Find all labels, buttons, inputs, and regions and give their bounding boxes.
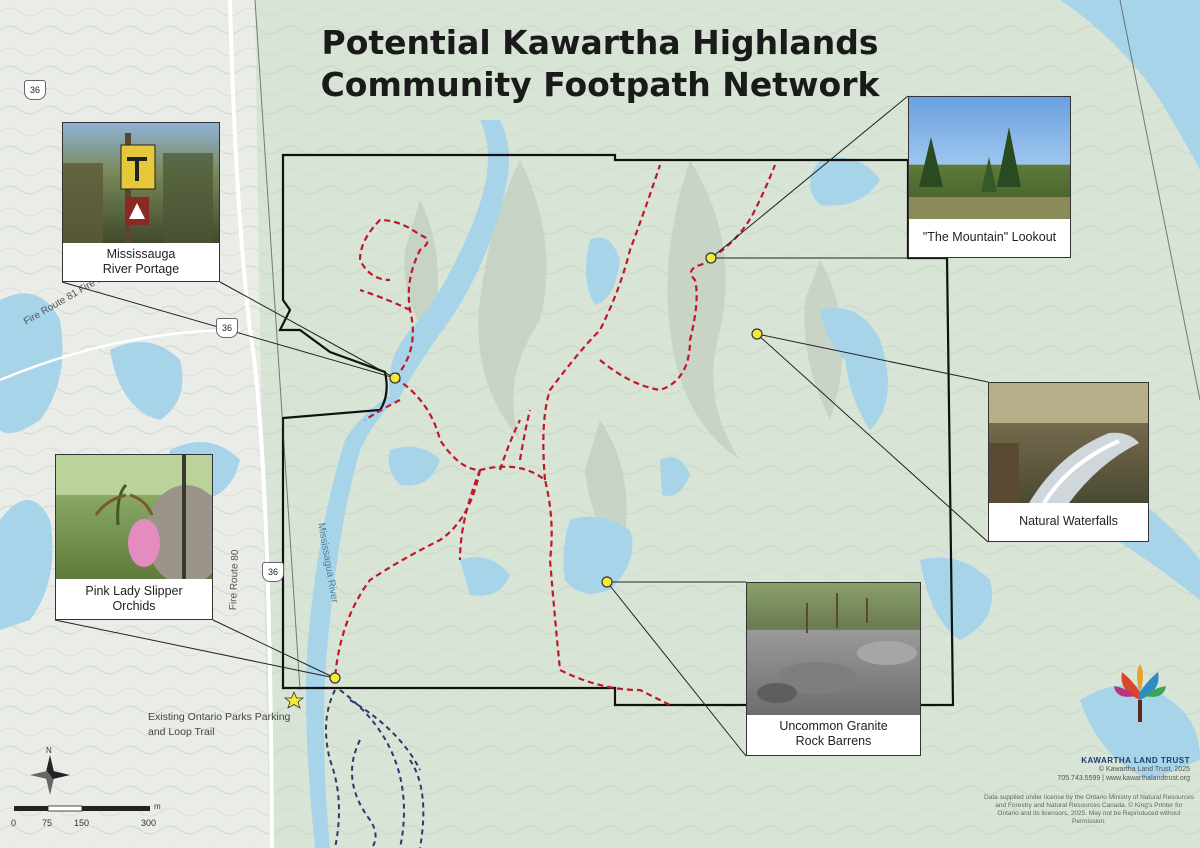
scale-label-75: 75 xyxy=(42,818,53,828)
callout-lady-slipper[interactable]: Pink Lady Slipper Orchids xyxy=(55,454,213,620)
scale-bar-graphic xyxy=(14,805,150,812)
poi-waterfalls[interactable] xyxy=(751,328,763,340)
north-label: N xyxy=(46,746,52,755)
trail-sign-photo xyxy=(63,123,219,243)
scale-label-0: 0 xyxy=(11,818,17,828)
poi-granite-barrens[interactable] xyxy=(601,576,613,588)
parking-label-line-1: Existing Ontario Parks Parking xyxy=(148,711,291,723)
brand-name: KAWARTHA LAND TRUST xyxy=(1081,756,1190,765)
orchid-photo xyxy=(56,455,212,579)
poi-river-portage[interactable] xyxy=(389,372,401,384)
brand-copyright: © Kawartha Land Trust, 2025 xyxy=(1098,766,1190,773)
fire-route-80-label: Fire Route 80 xyxy=(228,549,242,611)
parking-label-line-2: and Loop Trail xyxy=(148,726,215,738)
title-line-2: Community Footpath Network xyxy=(320,65,880,104)
brand-contact: 705.743.5599 | www.kawarthalandtrust.org xyxy=(1057,775,1190,782)
highway-36-shield-2: 36 xyxy=(216,318,238,338)
title-line-1: Potential Kawartha Highlands xyxy=(321,23,879,62)
granite-photo xyxy=(747,583,920,715)
waterfall-photo xyxy=(989,383,1148,503)
scale-unit: m xyxy=(154,802,161,811)
map-canvas[interactable]: Potential Kawartha Highlands Community F… xyxy=(0,0,1200,848)
callout-river-portage[interactable]: Mississauga River Portage xyxy=(62,122,220,282)
parking-label: Existing Ontario Parks Parking and Loop … xyxy=(148,710,290,740)
poi-mountain-lookout[interactable] xyxy=(705,252,717,264)
callout-waterfalls[interactable]: Natural Waterfalls xyxy=(988,382,1149,542)
brand-block: KAWARTHA LAND TRUST © Kawartha Land Trus… xyxy=(1000,756,1190,783)
lookout-photo xyxy=(909,97,1070,219)
highway-36-shield: 36 xyxy=(24,80,46,100)
map-title: Potential Kawartha Highlands Community F… xyxy=(300,22,900,106)
callout-caption-lookout: "The Mountain" Lookout xyxy=(922,229,1057,244)
scale-label-300: 300 xyxy=(141,818,157,828)
callout-caption-portage: Mississauga River Portage xyxy=(102,247,180,276)
scale-label-150: 150 xyxy=(74,818,90,828)
callout-granite-barrens[interactable]: Uncommon Granite Rock Barrens xyxy=(746,582,921,756)
highway-36-shield-3: 36 xyxy=(262,562,284,582)
callout-caption-waterfalls: Natural Waterfalls xyxy=(1019,513,1118,528)
callout-caption-granite: Uncommon Granite Rock Barrens xyxy=(779,719,888,748)
poi-lady-slipper[interactable] xyxy=(329,672,341,684)
callout-mountain-lookout[interactable]: "The Mountain" Lookout xyxy=(908,96,1071,258)
data-disclaimer: Data supplied under license by the Ontar… xyxy=(984,794,1194,825)
callout-caption-orchid: Pink Lady Slipper Orchids xyxy=(85,584,183,613)
